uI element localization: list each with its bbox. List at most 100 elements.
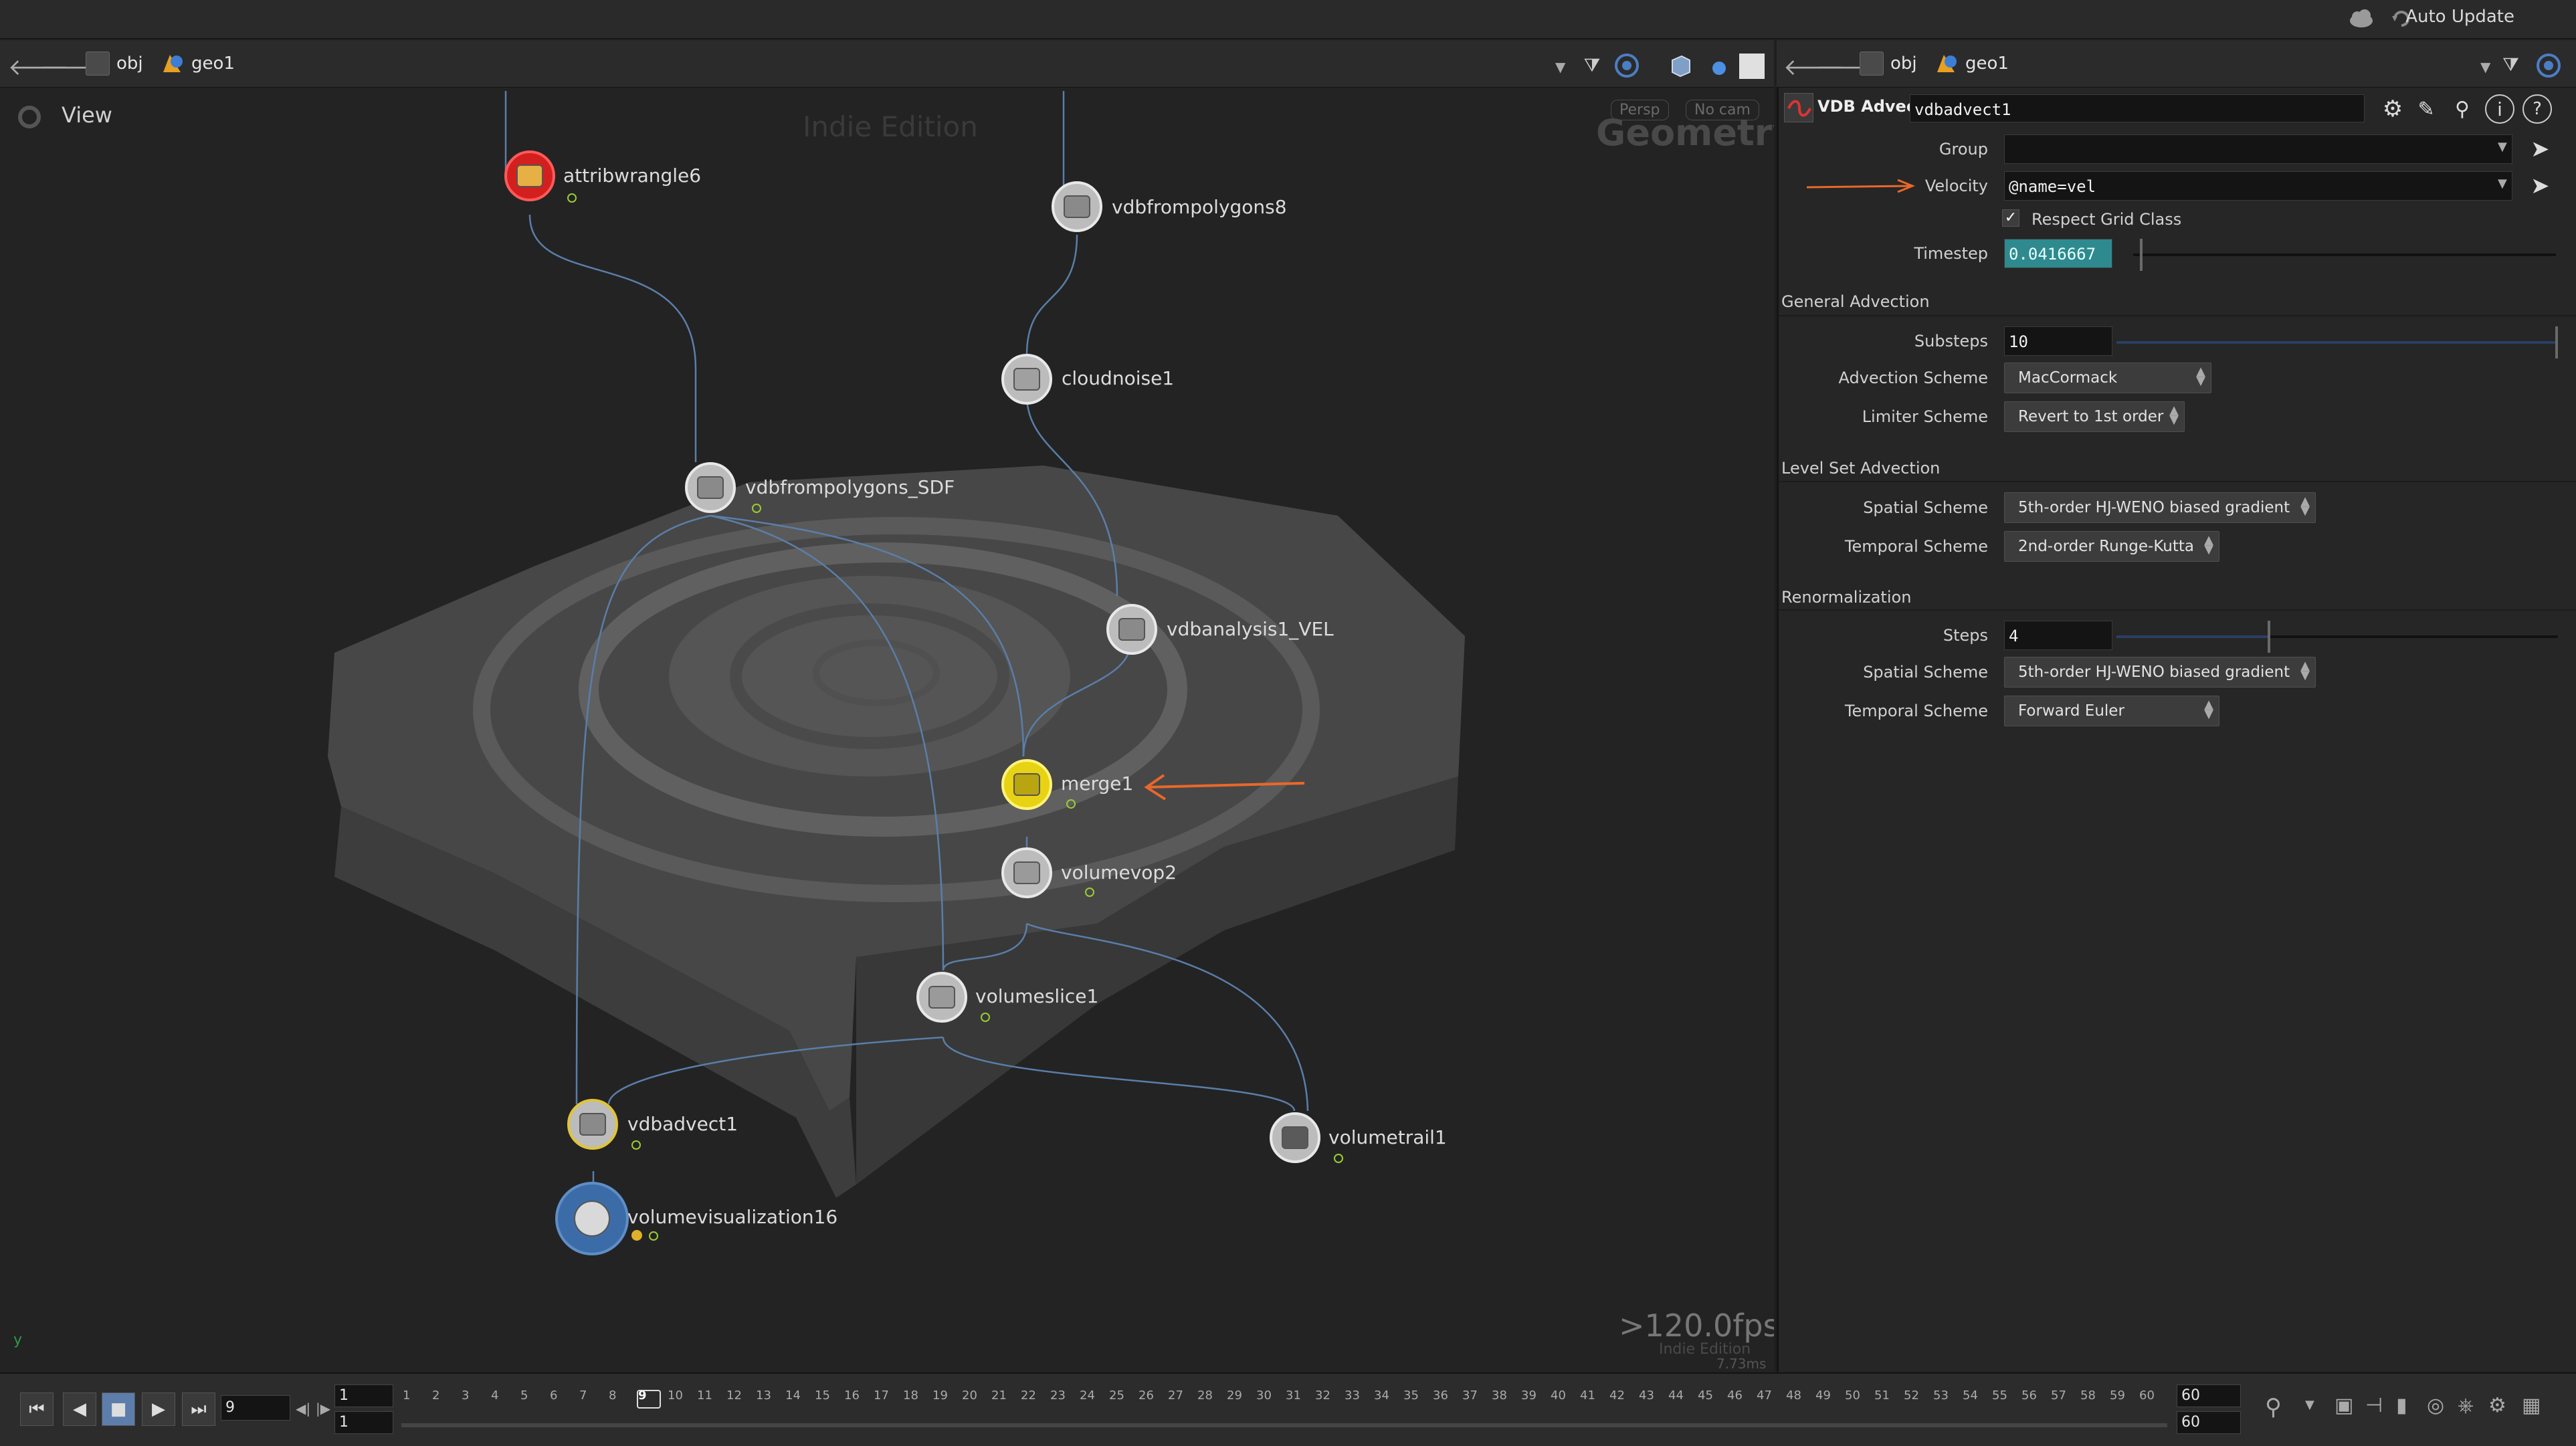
fps-readout: >120.0fps [1619, 1308, 1774, 1344]
node-cloudnoise1[interactable] [1001, 354, 1052, 405]
params-link-icon[interactable] [2534, 52, 2563, 79]
params-breadcrumb-obj[interactable]: obj [1860, 51, 1917, 76]
play-forward-button[interactable]: ▶ [142, 1392, 175, 1426]
node-vdbfrompolygons_SDF[interactable] [685, 462, 736, 513]
substeps-slider-knob[interactable] [2555, 326, 2558, 358]
help-icon[interactable]: ? [2522, 94, 2552, 124]
node-flag-icon[interactable] [1066, 799, 1076, 809]
gear-icon[interactable]: ⚙ [2378, 94, 2407, 124]
auto-update-menu[interactable]: Auto Update [2405, 7, 2514, 27]
shading-icon[interactable] [1706, 55, 1732, 79]
end-frame-2-field[interactable]: 60 [2177, 1411, 2241, 1434]
node-flag-icon[interactable] [752, 504, 761, 513]
node-attribwrangle6[interactable] [504, 150, 555, 201]
step-back-icon[interactable]: ◀| [296, 1401, 310, 1417]
timeline-tick-label: 51 [1874, 1388, 1890, 1403]
node-label: vdbadvect1 [627, 1113, 738, 1135]
jump-start-button[interactable]: ⏮ [20, 1392, 54, 1426]
node-flag-icon[interactable] [981, 1013, 990, 1022]
display-toggle-icon[interactable] [1739, 54, 1765, 79]
group-field[interactable] [2004, 134, 2512, 164]
timestep-field[interactable]: 0.0416667 [2004, 239, 2112, 268]
substeps-slider[interactable] [2116, 326, 2558, 358]
velocity-field[interactable]: @name=vel [2004, 171, 2512, 201]
breadcrumb-obj[interactable]: obj [86, 51, 143, 76]
info-icon[interactable]: i [2485, 94, 2514, 124]
divider [1779, 481, 2576, 482]
node-volumeslice1[interactable] [916, 972, 967, 1023]
warning-icon[interactable] [631, 1230, 642, 1241]
node-flag-icon[interactable] [649, 1231, 658, 1241]
spatial-scheme-menu[interactable]: 5th-order HJ-WENO biased gradient ▲ ▼ [2004, 492, 2316, 523]
temporal-scheme-2-menu[interactable]: Forward Euler ▲ ▼ [2004, 696, 2219, 726]
node-flag-icon[interactable] [1085, 888, 1094, 897]
substeps-field[interactable]: 10 [2004, 326, 2112, 356]
node-name-field[interactable]: vdbadvect1 [1910, 94, 2365, 122]
link-icon[interactable] [1612, 52, 1642, 79]
node-volumevisualization16[interactable] [555, 1182, 629, 1255]
timeline-tool-2-icon[interactable]: ⊣ [2365, 1394, 2383, 1417]
view-label[interactable]: View [62, 102, 112, 128]
timeline-bar: ⏮ ◀ ■ ▶ ⏭ 9 ◀| |▶ 1 1 1 2 3 4 5 6 7 8 9 10 11 12 13 1… [0, 1372, 2576, 1446]
params-breadcrumb-geo[interactable]: geo1 [1935, 51, 2009, 76]
timeline-tool-1-icon[interactable]: ▣ [2335, 1394, 2353, 1417]
steps-slider-knob[interactable] [2268, 621, 2270, 653]
spatial-scheme-2-menu[interactable]: 5th-order HJ-WENO biased gradient ▲ ▼ [2004, 657, 2316, 688]
stop-button[interactable]: ■ [102, 1392, 135, 1426]
temporal-scheme-menu[interactable]: 2nd-order Runge-Kutta ▲ ▼ [2004, 531, 2219, 562]
substeps-label: Substeps [1914, 332, 1988, 350]
jump-end-button[interactable]: ⏭ [182, 1392, 215, 1426]
node-flag-icon[interactable] [631, 1140, 641, 1150]
timestep-slider[interactable] [2133, 239, 2556, 271]
node-volumetrail1[interactable] [1270, 1112, 1320, 1163]
brush-icon[interactable]: ✎ [2411, 94, 2441, 124]
group-dropdown-icon[interactable]: ▼ [2498, 140, 2507, 154]
key-icon[interactable]: ⚲ [2265, 1394, 2282, 1421]
play-backward-button[interactable]: ◀ [63, 1392, 96, 1426]
timeline-tool-6-icon[interactable]: ⚙ [2488, 1394, 2506, 1417]
start-frame-2-field[interactable]: 1 [334, 1411, 393, 1434]
timeline-range-bar[interactable] [401, 1423, 2167, 1427]
timeline-tick-label: 23 [1050, 1388, 1066, 1403]
timeline-tool-3-icon[interactable]: ▮ [2396, 1394, 2407, 1417]
node-flag-icon[interactable] [1334, 1154, 1343, 1163]
node-volumevop2[interactable] [1001, 847, 1052, 898]
params-path-dropdown-icon[interactable]: ▼ [2480, 59, 2490, 75]
cloud-icon[interactable] [2348, 7, 2375, 31]
step-forward-icon[interactable]: |▶ [316, 1401, 330, 1417]
timeline-ruler[interactable]: 1 2 3 4 5 6 7 8 9 10 11 12 13 14 15 16 17 18 19 20 21 22 23 24 2… [401, 1383, 2167, 1433]
velocity-dropdown-icon[interactable]: ▼ [2498, 177, 2507, 191]
start-frame-field[interactable]: 1 [334, 1384, 393, 1407]
limiter-scheme-menu[interactable]: Revert to 1st order ▲ ▼ [2004, 401, 2185, 432]
path-dropdown-icon[interactable]: ▼ [1555, 59, 1565, 75]
node-merge1[interactable] [1001, 759, 1052, 810]
breadcrumb-geo[interactable]: geo1 [161, 51, 235, 76]
cube-icon[interactable] [1666, 52, 1695, 79]
timeline-tool-7-icon[interactable]: ▦ [2522, 1394, 2541, 1417]
steps-field[interactable]: 4 [2004, 621, 2112, 650]
timeline-tick-label: 26 [1138, 1388, 1154, 1403]
timeline-tick-label: 43 [1639, 1388, 1654, 1403]
steps-slider[interactable] [2116, 621, 2558, 653]
scene-viewport[interactable]: View Indie Edition Persp No cam Geometry… [0, 88, 1774, 1372]
advection-scheme-menu[interactable]: MacCormack ▲ ▼ [2004, 363, 2211, 393]
timeline-tool-4-icon[interactable]: ◎ [2427, 1394, 2444, 1417]
node-vdbanalysis1_VEL[interactable] [1106, 604, 1157, 655]
end-frame-field[interactable]: 60 [2177, 1384, 2241, 1407]
key-dropdown-icon[interactable]: ▼ [2305, 1398, 2314, 1412]
velocity-select-arrow-icon[interactable]: ➤ [2531, 173, 2550, 199]
node-flag-icon[interactable] [567, 193, 577, 203]
search-icon[interactable]: ⚲ [2448, 94, 2477, 124]
timeline-tick-label: 4 [491, 1388, 499, 1403]
params-pin-icon[interactable]: ⧩ [2502, 54, 2519, 76]
timeline-tick-label: 45 [1698, 1388, 1713, 1403]
current-frame-field[interactable]: 9 [221, 1395, 290, 1421]
respect-grid-checkbox[interactable]: ✓ [2002, 209, 2019, 227]
timeline-tool-5-icon[interactable]: ⎈ [2458, 1394, 2474, 1417]
pin-icon[interactable]: ⧩ [1579, 54, 1605, 78]
group-select-arrow-icon[interactable]: ➤ [2531, 136, 2550, 163]
current-frame-marker[interactable] [637, 1390, 661, 1409]
node-vdbadvect1[interactable] [567, 1099, 618, 1150]
timestep-slider-knob[interactable] [2140, 239, 2143, 271]
node-vdbfrompolygons8[interactable] [1052, 181, 1102, 232]
